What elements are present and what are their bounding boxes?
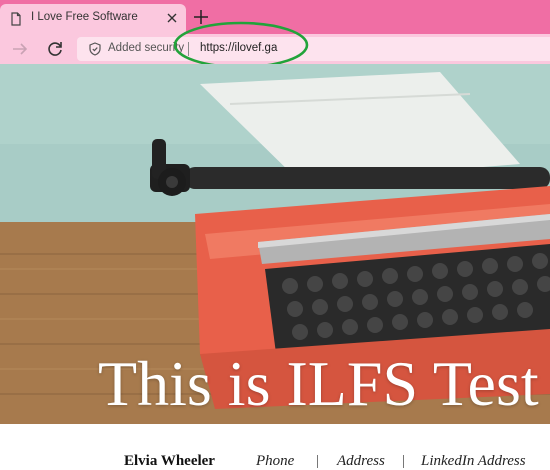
contact-linkedin[interactable]: LinkedIn Address — [421, 453, 526, 470]
security-label: Added security — [108, 42, 185, 54]
url-text[interactable]: https://ilovef.ga — [200, 42, 277, 54]
tab-active[interactable]: I Love Free Software — [0, 4, 186, 34]
contact-name: Elvia Wheeler — [124, 453, 215, 469]
contact-phone[interactable]: Phone — [256, 453, 294, 470]
hero-title: This is ILFS Test — [98, 348, 539, 419]
hero-banner: This is ILFS Test — [0, 64, 550, 424]
contact-bar: Elvia Wheeler Phone Address LinkedIn Add… — [0, 424, 550, 469]
divider — [317, 455, 318, 468]
close-icon[interactable] — [165, 11, 179, 25]
tab-title: I Love Free Software — [31, 11, 138, 23]
plus-icon[interactable] — [192, 8, 210, 26]
tab-strip: I Love Free Software — [0, 0, 550, 34]
contact-address[interactable]: Address — [337, 453, 385, 470]
page-icon — [11, 12, 21, 26]
reload-icon[interactable] — [45, 39, 65, 59]
address-bar[interactable]: Added security https://ilovef.ga — [77, 37, 550, 61]
arrow-right-icon[interactable] — [10, 39, 30, 59]
divider — [403, 455, 404, 468]
toolbar: Added security https://ilovef.ga — [0, 34, 550, 64]
shield-icon[interactable] — [88, 42, 102, 56]
divider — [188, 42, 189, 56]
